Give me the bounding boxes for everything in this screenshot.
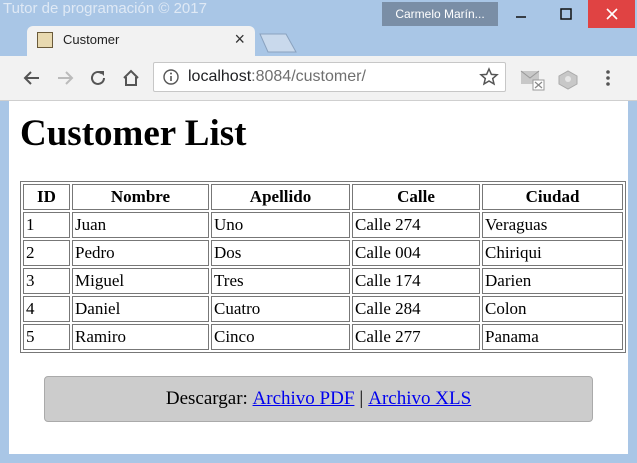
forward-arrow-icon <box>58 71 74 85</box>
reload-button[interactable] <box>86 66 110 90</box>
cell-calle: Calle 274 <box>352 212 480 238</box>
cell-nombre: Miguel <box>72 268 209 294</box>
info-icon[interactable] <box>163 69 179 85</box>
table-row: 3 Miguel Tres Calle 174 Darien <box>23 268 623 294</box>
cell-ciudad: Chiriqui <box>482 240 623 266</box>
user-profile-button[interactable]: Carmelo Marín... <box>382 2 498 26</box>
tab-title: Customer <box>63 32 120 47</box>
cell-calle: Calle 284 <box>352 296 480 322</box>
header-apellido: Apellido <box>211 184 350 210</box>
maximize-icon <box>559 8 572 20</box>
cell-nombre: Juan <box>72 212 209 238</box>
close-icon <box>605 8 618 20</box>
cell-calle: Calle 004 <box>352 240 480 266</box>
header-calle: Calle <box>352 184 480 210</box>
header-id: ID <box>23 184 70 210</box>
table-row: 4 Daniel Cuatro Calle 284 Colon <box>23 296 623 322</box>
url-host: localhost <box>188 68 252 85</box>
table-row: 1 Juan Uno Calle 274 Veraguas <box>23 212 623 238</box>
download-panel: Descargar: Archivo PDF | Archivo XLS <box>44 376 593 422</box>
page-content: Customer List ID Nombre Apellido Calle C… <box>9 101 628 454</box>
cell-nombre: Ramiro <box>72 324 209 350</box>
xls-download-link[interactable]: Archivo XLS <box>368 388 471 410</box>
customer-table: ID Nombre Apellido Calle Ciudad 1 Juan U… <box>20 181 626 353</box>
puzzle-extension-icon[interactable] <box>556 68 580 90</box>
menu-button[interactable] <box>596 66 620 90</box>
pdf-download-link[interactable]: Archivo PDF <box>253 388 355 410</box>
cell-ciudad: Colon <box>482 296 623 322</box>
favicon-icon <box>37 32 53 48</box>
reload-icon <box>91 70 105 85</box>
address-bar[interactable]: localhost:8084/customer/ <box>153 62 506 92</box>
cell-apellido: Cinco <box>211 324 350 350</box>
url-text: localhost:8084/customer/ <box>188 68 366 86</box>
cell-nombre: Pedro <box>72 240 209 266</box>
cell-apellido: Tres <box>211 268 350 294</box>
cell-id: 4 <box>23 296 70 322</box>
minimize-button[interactable] <box>498 0 543 28</box>
new-tab-button[interactable] <box>258 32 298 54</box>
cell-ciudad: Darien <box>482 268 623 294</box>
close-window-button[interactable] <box>588 0 635 28</box>
tab-close-icon[interactable]: × <box>234 29 245 50</box>
cell-calle: Calle 174 <box>352 268 480 294</box>
header-nombre: Nombre <box>72 184 209 210</box>
watermark-text: Tutor de programación © 2017 <box>3 0 207 17</box>
forward-button[interactable] <box>53 66 77 90</box>
link-separator: | <box>359 388 364 409</box>
cell-id: 2 <box>23 240 70 266</box>
cell-calle: Calle 277 <box>352 324 480 350</box>
back-button[interactable] <box>20 66 44 90</box>
more-vert-icon <box>606 70 610 86</box>
table-row: 2 Pedro Dos Calle 004 Chiriqui <box>23 240 623 266</box>
cell-apellido: Uno <box>211 212 350 238</box>
cell-id: 3 <box>23 268 70 294</box>
maximize-button[interactable] <box>543 0 588 28</box>
page-title: Customer List <box>20 113 247 154</box>
browser-toolbar: localhost:8084/customer/ <box>0 56 637 101</box>
cell-nombre: Daniel <box>72 296 209 322</box>
cell-ciudad: Panama <box>482 324 623 350</box>
cell-ciudad: Veraguas <box>482 212 623 238</box>
table-header-row: ID Nombre Apellido Calle Ciudad <box>23 184 623 210</box>
url-path: :8084/customer/ <box>251 68 366 85</box>
home-button[interactable] <box>119 66 143 90</box>
back-arrow-icon <box>23 71 39 85</box>
mail-extension-icon[interactable] <box>520 68 546 92</box>
cell-id: 5 <box>23 324 70 350</box>
cell-apellido: Cuatro <box>211 296 350 322</box>
cell-apellido: Dos <box>211 240 350 266</box>
header-ciudad: Ciudad <box>482 184 623 210</box>
cell-id: 1 <box>23 212 70 238</box>
home-icon <box>123 69 139 86</box>
table-row: 5 Ramiro Cinco Calle 277 Panama <box>23 324 623 350</box>
tab-customer[interactable]: Customer × <box>27 26 255 56</box>
download-label: Descargar: <box>165 388 248 409</box>
bookmark-star-icon[interactable] <box>479 67 499 87</box>
minimize-icon <box>515 16 526 18</box>
